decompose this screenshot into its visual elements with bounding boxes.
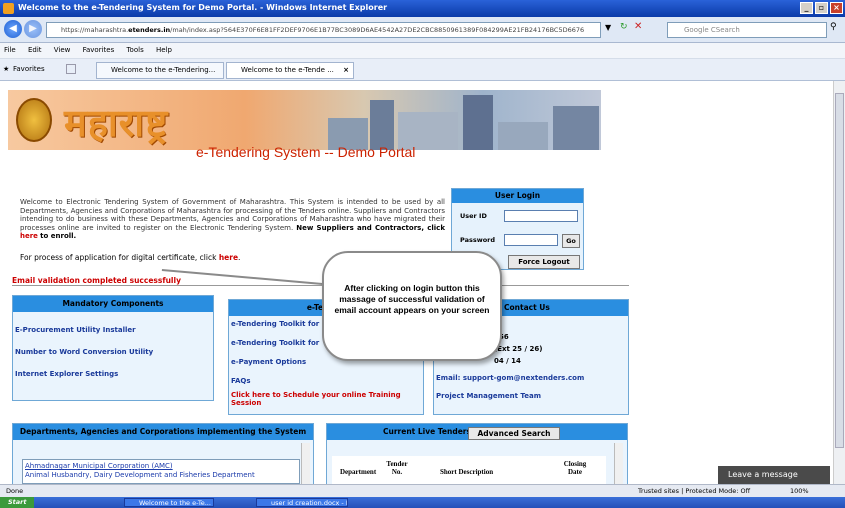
quick-tabs-icon[interactable]	[66, 64, 76, 74]
callout-pointer	[160, 269, 326, 296]
contact-line-3: 04 / 14	[494, 357, 521, 365]
word-conversion-link[interactable]: Number to Word Conversion Utility	[15, 348, 153, 356]
url-domain: etenders.in	[128, 26, 171, 34]
user-id-label: User ID	[460, 212, 487, 220]
menu-edit[interactable]: Edit	[28, 46, 42, 54]
minimize-button[interactable]: _	[800, 2, 813, 14]
taskbar-ie-window[interactable]: Welcome to the e-Te...	[124, 498, 214, 507]
address-bar[interactable]: https://maharashtra.etenders.in/mah/inde…	[46, 22, 601, 38]
window-titlebar: Welcome to the e-Tendering System for De…	[0, 0, 845, 17]
url-prefix: https://maharashtra.	[61, 26, 129, 34]
search-icon[interactable]: ⚲	[830, 22, 837, 32]
status-bar: Done Trusted sites | Protected Mode: Off…	[0, 484, 845, 497]
password-input[interactable]	[504, 234, 558, 246]
url-path: /mah/index.asp?564E370F6E81FF2DEF9706E1B…	[170, 26, 585, 34]
ie-settings-link[interactable]: Internet Explorer Settings	[15, 370, 118, 378]
email-validation-message: Email validation completed successfully	[12, 276, 181, 285]
banner: महाराष्ट्र	[8, 90, 601, 150]
dropdown-icon[interactable]: ▼	[605, 23, 611, 32]
brand-logo: महाराष्ट्र	[64, 100, 169, 145]
menu-help[interactable]: Help	[156, 46, 172, 54]
page-content: महाराष्ट्र e-Tendering System -- Demo Po…	[0, 81, 833, 484]
leave-message-label: Leave a message	[728, 470, 798, 479]
tenders-table-header: Department Tender No. Short Description …	[332, 456, 606, 484]
enroll-link[interactable]: here	[20, 232, 38, 240]
user-id-input[interactable]	[504, 210, 578, 222]
search-input[interactable]: Google CSearch	[667, 22, 827, 38]
zoom-level[interactable]: 100%	[790, 485, 809, 497]
utility-installer-link[interactable]: E-Procurement Utility Installer	[15, 326, 136, 334]
forward-button[interactable]: ▶	[24, 20, 42, 38]
emblem-logo	[16, 98, 52, 142]
cert-dot: .	[238, 253, 241, 262]
department-item[interactable]: Animal Husbandry, Dairy Development and …	[25, 471, 297, 480]
project-team-link[interactable]: Project Management Team	[436, 392, 541, 400]
taskbar-word-doc[interactable]: user id creation.docx - M...	[256, 498, 348, 507]
address-toolbar: ◀ ▶ https://maharashtra.etenders.in/mah/…	[0, 17, 845, 43]
col-closing-date: Closing Date	[563, 460, 587, 476]
contact-line-2: (Ext 25 / 26)	[494, 345, 543, 353]
go-button[interactable]: Go	[562, 234, 580, 248]
menu-bar: File Edit View Favorites Tools Help	[0, 43, 845, 59]
favorites-bar: ★ Favorites Welcome to the e-Tendering..…	[0, 59, 845, 81]
page-scrollbar[interactable]	[833, 81, 845, 484]
col-description: Short Description	[440, 468, 494, 476]
certificate-text: For process of application for digital c…	[20, 253, 240, 262]
menu-file[interactable]: File	[4, 46, 16, 54]
tab-welcome-1[interactable]: Welcome to the e-Tendering...	[96, 62, 224, 79]
menu-view[interactable]: View	[54, 46, 71, 54]
cert-body: For process of application for digital c…	[20, 253, 217, 262]
force-logout-button[interactable]: Force Logout	[508, 255, 580, 269]
departments-list[interactable]: Ahmadnagar Municipal Corporation (AMC) A…	[22, 459, 300, 484]
password-label: Password	[460, 236, 496, 244]
certificate-link[interactable]: here	[219, 253, 238, 262]
favorites-button[interactable]: Favorites	[13, 65, 45, 73]
status-done: Done	[6, 487, 24, 495]
toolkit-link-1[interactable]: e-Tendering Toolkit for	[231, 320, 319, 328]
departments-scrollbar[interactable]	[301, 443, 310, 484]
portal-title: e-Tendering System -- Demo Portal	[196, 144, 416, 160]
col-tender-no: Tender No.	[386, 460, 408, 476]
advanced-search-button[interactable]: Advanced Search	[468, 427, 560, 440]
security-zone: Trusted sites | Protected Mode: Off	[638, 487, 751, 495]
leave-message-button[interactable]: Leave a message	[718, 466, 830, 484]
close-tab-icon[interactable]: ×	[343, 63, 349, 78]
epayment-link[interactable]: e-Payment Options	[231, 358, 306, 366]
login-heading: User Login	[452, 189, 583, 203]
faqs-link[interactable]: FAQs	[231, 377, 251, 385]
tab-label: Welcome to the e-Tendering...	[111, 66, 216, 74]
stop-icon[interactable]: ✕	[634, 21, 642, 32]
menu-tools[interactable]: Tools	[126, 46, 143, 54]
start-button[interactable]: Start	[0, 497, 34, 508]
tab-welcome-2[interactable]: Welcome to the e-Tende ... ×	[226, 62, 354, 79]
tab-label: Welcome to the e-Tende ...	[241, 66, 334, 74]
favorites-star-icon[interactable]: ★	[3, 65, 9, 73]
refresh-icon[interactable]: ↻	[620, 22, 628, 32]
new-users-text: New Suppliers and Contractors, click	[296, 223, 445, 232]
ie-icon	[3, 3, 14, 14]
support-email-link[interactable]: Email: support-gom@nextenders.com	[436, 374, 584, 382]
departments-heading: Departments, Agencies and Corporations i…	[13, 424, 313, 440]
restore-button[interactable]: ▫	[815, 2, 828, 14]
window-title: Welcome to the e-Tendering System for De…	[18, 3, 388, 12]
department-item[interactable]: Ahmadnagar Municipal Corporation (AMC)	[25, 462, 297, 471]
mandatory-heading: Mandatory Components	[13, 296, 213, 312]
training-link[interactable]: Click here to Schedule your online Train…	[231, 391, 411, 407]
mandatory-components-panel: Mandatory Components E-Procurement Utili…	[12, 295, 214, 401]
annotation-callout: After clicking on login button this mass…	[322, 251, 502, 361]
close-button[interactable]: ×	[830, 2, 843, 14]
taskbar: Start Welcome to the e-Te... user id cre…	[0, 497, 845, 508]
enroll-text: to enroll.	[40, 232, 77, 240]
back-button[interactable]: ◀	[4, 20, 22, 38]
search-placeholder: Google CSearch	[684, 26, 740, 34]
tenders-scrollbar[interactable]	[614, 443, 623, 484]
col-department: Department	[340, 468, 377, 476]
menu-favorites[interactable]: Favorites	[83, 46, 115, 54]
toolkit-link-2[interactable]: e-Tendering Toolkit for	[231, 339, 319, 347]
welcome-text: Welcome to Electronic Tendering System o…	[20, 198, 445, 241]
